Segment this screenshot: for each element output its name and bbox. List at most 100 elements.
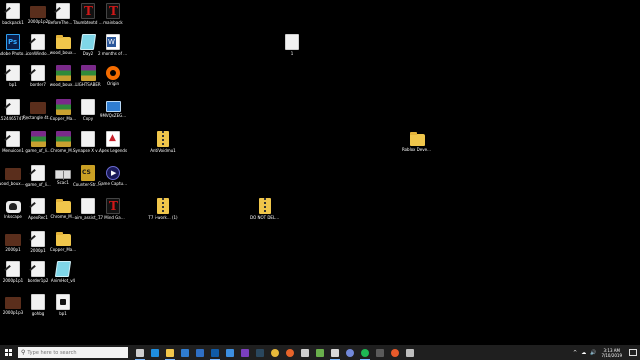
doc-pencil-icon [31,198,45,214]
screens-icon [55,170,71,180]
desktop-icon[interactable]: Chrome_M... [50,131,76,163]
desktop-icon-label: Copper_Ma... [49,247,77,252]
desktop-icon[interactable]: Adobe Photosh... [0,34,28,66]
desktop-icon[interactable]: Apex Legends [99,131,127,163]
desktop-icon[interactable]: T7 Mind Game... [98,198,128,230]
desktop-icon[interactable]: Day2 [75,34,101,66]
monitor-icon [105,101,121,112]
desktop-icon[interactable]: 1 [279,34,305,66]
taskbar-store[interactable] [179,345,191,360]
doc-pencil-icon [31,65,45,81]
desktop-icon[interactable]: wood_boux... [50,34,76,66]
origin-icon [106,66,120,80]
desktop-icon-label: mainback [103,20,123,25]
desktop-icon[interactable]: 2000p1 [0,231,26,263]
desktop-icon-label: Roblox Developme... [402,147,432,152]
spotify-icon [361,348,369,357]
desktop-icon[interactable]: Copper_Ma... [50,231,76,263]
folder-icon [166,348,174,357]
mail-icon [196,348,204,357]
desktop-icon[interactable]: gohbg [25,294,51,326]
taskbar-mail[interactable] [194,345,206,360]
desktop-icon[interactable]: border7 [25,65,51,97]
desktop-icon[interactable]: Inkscape [0,198,26,230]
desktop-icon[interactable]: 2000p1p3 [0,294,26,326]
taskbar-photos[interactable] [224,345,236,360]
photos-icon [226,348,234,357]
taskbar-steam[interactable] [254,345,266,360]
desktop-icon[interactable]: BeforeThe... - Copy [48,3,78,35]
desktop-icon[interactable]: 2000p1p1 [0,261,26,293]
clock[interactable]: 3:13 AM 7/10/2019 [601,348,622,358]
doc-pencil-icon [31,34,45,50]
taskbar-search[interactable]: ⚲ [18,347,128,358]
calculator-icon [376,348,384,357]
tesla-icon [81,3,95,19]
taskbar-firefox[interactable] [284,345,296,360]
taskbar-folder[interactable] [164,345,176,360]
desktop-icon[interactable]: Roblox Developme... [402,131,432,163]
brown-icon [5,168,21,180]
taskbar-discord[interactable] [344,345,356,360]
desktop-icon[interactable]: AnimHot_v4 [50,261,76,293]
desktop-icon[interactable]: border1p2 [25,261,51,293]
desktop-icon[interactable]: AntiVoidmu1 [150,131,176,163]
desktop-icon[interactable]: aim_assist_... [75,198,101,230]
media-icon [391,348,399,357]
volume-icon[interactable]: 🔊 [590,350,596,356]
desktop-icon[interactable]: Origin [100,65,126,97]
desktop-icon[interactable]: Thumbtextd LOGO [73,3,103,35]
desktop-icon-label: 1 [290,51,294,56]
search-input[interactable] [25,348,123,357]
taskbar-chrome[interactable] [269,345,281,360]
desktop-icon[interactable]: Menuicon1 [0,131,26,163]
desktop-icon[interactable]: 2000p1p2 [25,3,51,35]
zip-icon [157,131,169,147]
doc-pencil-icon [6,99,20,115]
desktop-icon[interactable]: 2 months of work ! a d... [98,34,128,66]
tray-chevron-icon[interactable]: ^ [573,350,577,356]
doc-icon [81,99,95,115]
desktop-icon[interactable]: mainback [100,3,126,35]
desktop-icon-label: Origin [106,81,120,86]
desktop-icon[interactable]: DO NOT DELETE 1 [250,198,280,230]
taskbar-edge[interactable] [149,345,161,360]
desktop-icon[interactable]: Scac1 [50,165,76,197]
doc-pencil-icon [56,3,70,19]
desktop-icon[interactable]: bp1 [50,294,76,326]
taskbar-obs[interactable] [329,345,341,360]
taskbar-task-view[interactable] [134,345,146,360]
onedrive-icon[interactable]: ☁ [581,350,586,356]
desktop-icon[interactable]: T7 i-work... (1) [148,198,178,230]
tesla-icon [106,3,120,19]
desktop-icon[interactable]: wood_boux... [50,65,76,97]
taskbar-calculator[interactable] [374,345,386,360]
desktop-icon[interactable]: Synapse X v1.0.0 [73,131,103,163]
taskbar-outlook[interactable] [209,345,221,360]
desktop[interactable]: backpack12000p1p2BeforeThe... - CopyThum… [0,0,640,345]
brown-icon [30,102,46,114]
desktop-icon[interactable]: game_of_li... [25,131,51,163]
brown-icon [30,6,46,18]
taskbar-spotify[interactable] [359,345,371,360]
desktop-icon[interactable]: Game Capture HD [98,165,128,197]
clock-date: 7/10/2019 [601,352,622,358]
folder-icon [55,232,71,246]
obs-icon [331,348,339,357]
start-button[interactable] [0,345,16,360]
desktop-icon[interactable]: wood_boux... (1) [0,165,28,197]
desktop-icon[interactable]: 9MVQsZEG... [100,99,126,131]
desktop-icon[interactable]: Copper_Ma... [50,99,76,131]
desktop-icon[interactable]: Chrome_M... [50,198,76,230]
action-center-icon[interactable] [629,349,637,356]
desktop-icon[interactable]: bp1 [0,65,26,97]
desktop-icon-label: DO NOT DELETE 1 [250,215,280,220]
folder-icon [409,132,425,146]
taskbar-settings[interactable] [404,345,416,360]
taskbar-minecraft[interactable] [314,345,326,360]
minecraft-icon [316,348,324,357]
desktop-icon[interactable]: Rectangle 4tdy2k Icon [23,99,53,131]
taskbar-visual-studio[interactable] [239,345,251,360]
taskbar-media[interactable] [389,345,401,360]
taskbar-roblox[interactable] [299,345,311,360]
